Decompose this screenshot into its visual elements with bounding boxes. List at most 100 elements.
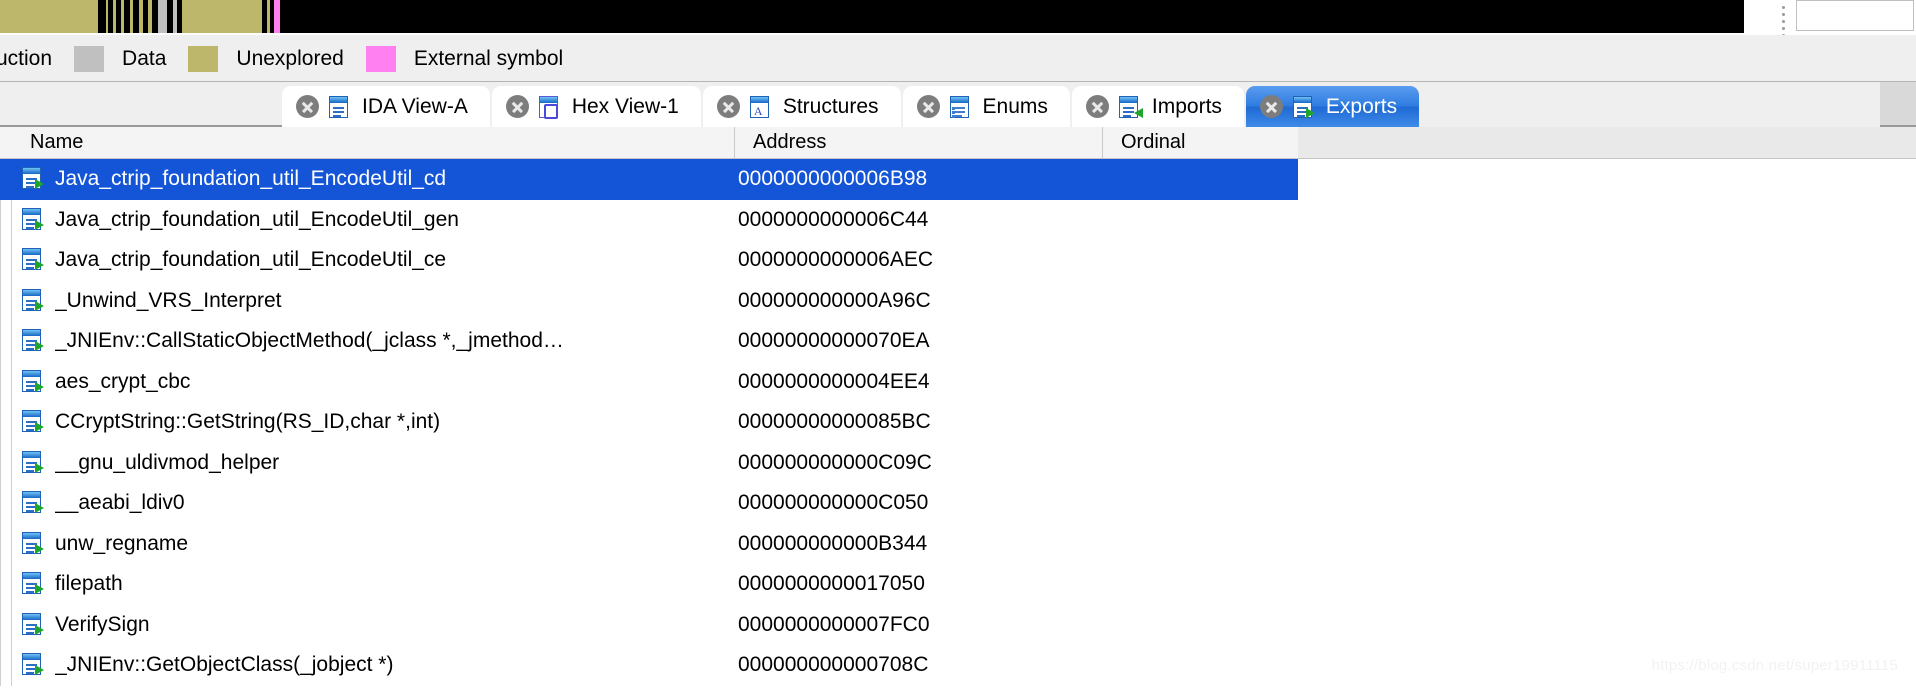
row-gutter — [0, 402, 12, 443]
table-row[interactable]: filepath 0000000000017050 — [0, 564, 1298, 605]
tab-label: Exports — [1325, 95, 1398, 118]
navigator-band[interactable] — [0, 0, 1744, 33]
table-row[interactable]: CCryptString::GetString(RS_ID,char *,int… — [0, 402, 1298, 443]
close-icon[interactable] — [296, 95, 319, 118]
cell-address: 0000000000017050 — [738, 572, 925, 596]
tab-label: Imports — [1151, 95, 1222, 118]
tab-enums[interactable]: Enums — [902, 86, 1070, 127]
navigator-segment — [182, 0, 262, 33]
row-gutter — [0, 361, 12, 402]
column-header-ordinal[interactable]: Ordinal — [1102, 127, 1298, 158]
table-row[interactable]: _Unwind_VRS_Interpret 000000000000A96C — [0, 280, 1298, 322]
tab-hex-view-1[interactable]: Hex View-1 — [491, 86, 701, 127]
column-header-name[interactable]: Name — [12, 127, 734, 158]
cell-address: 000000000000B344 — [738, 531, 928, 555]
cell-ordinal — [1106, 281, 1296, 322]
export-entry-icon — [22, 612, 45, 635]
row-gutter — [0, 321, 12, 362]
navigator-segment — [158, 0, 167, 33]
cell-ordinal — [1106, 159, 1296, 200]
navigator-grip-dots[interactable] — [1782, 2, 1786, 37]
export-entry-icon — [22, 288, 45, 311]
tab-exports[interactable]: Exports — [1245, 86, 1420, 127]
close-icon[interactable] — [716, 95, 740, 118]
close-icon[interactable] — [1085, 95, 1109, 118]
table-row[interactable]: __aeabi_ldiv0 000000000000C050 — [0, 483, 1298, 524]
cell-address: 0000000000006AEC — [738, 248, 934, 272]
cell-address: 0000000000006C44 — [738, 207, 929, 231]
cell-ordinal — [1106, 321, 1296, 362]
table-row[interactable]: Java_ctrip_foundation_util_EncodeUtil_ge… — [0, 199, 1298, 240]
tab-label: IDA View-A — [362, 95, 468, 118]
navigator-segment — [0, 0, 98, 33]
enums-icon — [949, 95, 973, 118]
cell-address: 000000000000C050 — [738, 491, 929, 515]
close-icon[interactable] — [505, 95, 529, 118]
column-header-address-label: Address — [753, 131, 827, 153]
tab-label: Hex View-1 — [571, 95, 679, 118]
tab-ida-view-a[interactable]: IDA View-A — [282, 86, 490, 127]
close-icon[interactable] — [1259, 95, 1283, 118]
row-gutter — [0, 280, 12, 321]
row-gutter — [0, 564, 12, 605]
cell-ordinal — [1106, 402, 1296, 443]
legend-label: uction — [0, 47, 53, 70]
cell-ordinal — [1106, 483, 1296, 524]
cell-name: CCryptString::GetString(RS_ID,char *,int… — [55, 410, 441, 434]
export-entry-icon — [22, 572, 45, 594]
table-row[interactable]: aes_crypt_cbc 0000000000004EE4 — [0, 361, 1298, 403]
legend-item-instruction: uction — [0, 48, 52, 69]
cell-ordinal — [1106, 362, 1296, 403]
legend-label: Unexplored — [236, 47, 344, 70]
table-row[interactable]: Java_ctrip_foundation_util_EncodeUtil_ce… — [0, 240, 1298, 281]
table-header-row: Name Address Ordinal — [0, 127, 1916, 159]
navigator-right-gap — [1744, 0, 1780, 33]
table-row[interactable]: VerifySign 0000000000007FC0 — [0, 604, 1298, 646]
cell-address: 000000000000C09C — [738, 450, 932, 474]
imports-icon — [1118, 95, 1143, 118]
row-gutter — [0, 442, 12, 483]
row-gutter — [0, 604, 12, 645]
tab-structures[interactable]: A Structures — [702, 86, 901, 127]
row-gutter — [0, 159, 12, 200]
navigator-segment — [280, 0, 1744, 33]
table-row[interactable]: _JNIEnv::GetObjectClass(_jobject *) 00000… — [0, 645, 1298, 686]
legend-item-external-symbol: External symbol — [344, 45, 563, 72]
export-entry-icon — [22, 653, 45, 675]
export-entry-icon — [22, 207, 45, 230]
navigator-end-panel — [1796, 0, 1914, 31]
navigator-segment — [98, 0, 106, 33]
export-entry-icon — [22, 248, 45, 270]
exports-icon — [1292, 95, 1316, 118]
cell-address: 0000000000007FC0 — [738, 612, 930, 636]
column-header-address[interactable]: Address — [734, 127, 1102, 158]
tab-imports[interactable]: Imports — [1071, 86, 1244, 127]
row-gutter — [0, 240, 12, 281]
table-row[interactable]: unw_regname 000000000000B344 — [0, 523, 1298, 564]
cell-name: Java_ctrip_foundation_util_EncodeUtil_ce — [55, 248, 447, 272]
cell-name: _Unwind_VRS_Interpret — [55, 288, 282, 312]
legend-swatch — [188, 45, 219, 72]
cell-address: 0000000000004EE4 — [738, 369, 930, 393]
cell-ordinal — [1106, 605, 1296, 646]
navigator-band-container — [0, 0, 1916, 37]
table-body: Java_ctrip_foundation_util_EncodeUtil_cd… — [0, 159, 1916, 688]
table-row[interactable]: _JNIEnv::CallStaticObjectMethod(_jclass … — [0, 321, 1298, 362]
export-entry-icon — [22, 410, 45, 432]
watermark: https://blog.csdn.net/super19911115 — [1651, 657, 1898, 674]
legend-item-data: Data — [52, 45, 166, 72]
tab-list: IDA View-A Hex View-1 A Structures Enums Impo… — [282, 84, 1420, 127]
column-header-ordinal-label: Ordinal — [1121, 131, 1186, 153]
export-entry-icon — [22, 167, 45, 189]
cell-name: unw_regname — [55, 531, 189, 555]
tab-strip-left-filler — [0, 82, 282, 127]
cell-address: 00000000000085BC — [738, 410, 931, 434]
table-row[interactable]: __gnu_uldivmod_helper 000000000000C09C — [0, 442, 1298, 484]
row-gutter — [0, 645, 12, 686]
cell-ordinal — [1106, 443, 1296, 484]
legend-item-unexplored: Unexplored — [166, 45, 344, 72]
cell-address: 000000000000A96C — [738, 288, 931, 312]
close-icon[interactable] — [916, 95, 940, 118]
column-header-name-label: Name — [30, 131, 84, 153]
table-row[interactable]: Java_ctrip_foundation_util_EncodeUtil_cd… — [0, 159, 1298, 200]
